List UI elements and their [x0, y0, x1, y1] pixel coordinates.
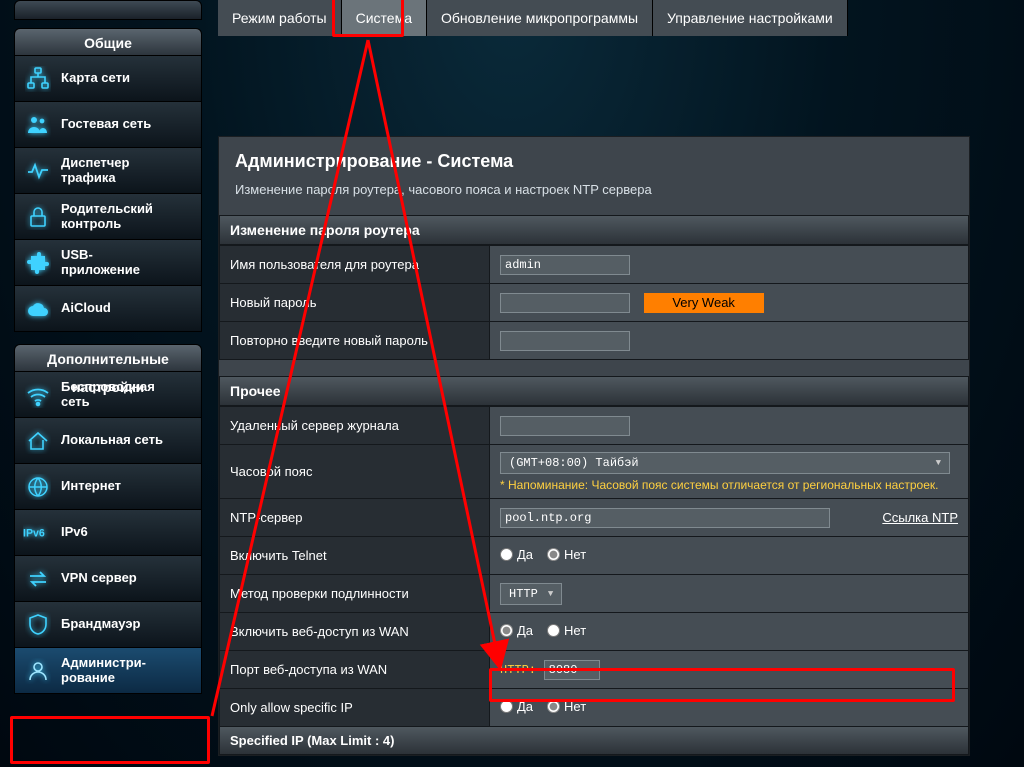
page-title: Администрирование - Система	[235, 151, 953, 172]
sidebar-item-label: Родительский контроль	[61, 202, 153, 231]
radio-wanweb-no[interactable]: Нет	[547, 623, 586, 638]
label-new-password: Новый пароль	[220, 284, 490, 322]
input-new-password[interactable]	[500, 293, 630, 313]
sidebar-item-label: VPN сервер	[61, 571, 137, 585]
section-change-password: Изменение пароля роутера	[219, 215, 969, 245]
sidebar-item-administration[interactable]: Администри- рование	[14, 648, 202, 694]
label-only-specific-ip: Only allow specific IP	[220, 689, 490, 727]
select-timezone[interactable]: (GMT+08:00) Тайбэй ▼	[500, 452, 950, 474]
chevron-down-icon: ▼	[936, 458, 941, 468]
sidebar-item-wireless[interactable]: Беспроводная сеть	[14, 372, 202, 418]
home-icon	[23, 426, 53, 456]
sidebar-item-label: USB- приложение	[61, 248, 140, 277]
label-enable-telnet: Включить Telnet	[220, 537, 490, 575]
password-strength-badge: Very Weak	[644, 293, 764, 313]
sidebar-item-label: Диспетчер трафика	[61, 156, 129, 185]
port-proto-label: HTTP:	[500, 663, 540, 677]
ipv6-icon: IPv6	[23, 518, 53, 548]
chevron-down-icon: ▼	[548, 589, 553, 599]
sidebar-item-label: Гостевая сеть	[61, 117, 151, 131]
sidebar-group-advanced: Дополнительные настройки	[14, 344, 202, 372]
lan-icon	[23, 64, 53, 94]
sidebar-item-firewall[interactable]: Брандмауэр	[14, 602, 202, 648]
cloud-icon	[23, 294, 53, 324]
input-retype-password[interactable]	[500, 331, 630, 351]
wifi-icon	[23, 380, 53, 410]
tab-system[interactable]: Система	[342, 0, 427, 36]
sidebar-group-general: Общие	[14, 28, 202, 56]
svg-text:IPv6: IPv6	[23, 527, 45, 539]
sidebar-item-lan[interactable]: Локальная сеть	[14, 418, 202, 464]
sidebar-item-traffic-manager[interactable]: Диспетчер трафика	[14, 148, 202, 194]
label-router-username: Имя пользователя для роутера	[220, 246, 490, 284]
sidebar-item-parental-control[interactable]: Родительский контроль	[14, 194, 202, 240]
tab-operation-mode[interactable]: Режим работы	[218, 0, 342, 36]
radio-wanweb-yes[interactable]: Да	[500, 623, 533, 638]
pulse-icon	[23, 156, 53, 186]
sidebar-banner	[14, 0, 202, 20]
callout-admin-item	[10, 716, 210, 764]
radio-specip-no[interactable]: Нет	[547, 699, 586, 714]
label-remote-log: Удаленный сервер журнала	[220, 407, 490, 445]
section-misc: Прочее	[219, 376, 969, 406]
label-enable-wan-web: Включить веб-доступ из WAN	[220, 613, 490, 651]
label-timezone: Часовой пояс	[220, 445, 490, 499]
users-icon	[23, 110, 53, 140]
sidebar-item-label: IPv6	[61, 525, 88, 539]
sidebar-item-network-map[interactable]: Карта сети	[14, 56, 202, 102]
tab-firmware[interactable]: Обновление микропрограммы	[427, 0, 653, 36]
sidebar-item-label: Брандмауэр	[61, 617, 140, 631]
sidebar-item-aicloud[interactable]: AiCloud	[14, 286, 202, 332]
select-timezone-value: (GMT+08:00) Тайбэй	[509, 456, 639, 470]
lock-icon	[23, 202, 53, 232]
sidebar-item-vpn[interactable]: VPN сервер	[14, 556, 202, 602]
sidebar-item-label: Беспроводная сеть	[61, 380, 155, 409]
radio-telnet-yes[interactable]: Да	[500, 547, 533, 562]
sidebar-item-label: Карта сети	[61, 71, 130, 85]
sidebar-item-wan[interactable]: Интернет	[14, 464, 202, 510]
page-subtitle: Изменение пароля роутера, часового пояса…	[235, 182, 953, 197]
label-retype-password: Повторно введите новый пароль	[220, 322, 490, 360]
input-ntp-server[interactable]	[500, 508, 830, 528]
input-wan-web-port[interactable]	[544, 660, 600, 680]
sidebar-item-usb-app[interactable]: USB- приложение	[14, 240, 202, 286]
shield-icon	[23, 610, 53, 640]
input-remote-log[interactable]	[500, 416, 630, 436]
label-auth-method: Метод проверки подлинности	[220, 575, 490, 613]
admin-tabs: Режим работы Система Обновление микропро…	[218, 0, 848, 36]
sidebar-item-label: Интернет	[61, 479, 121, 493]
sidebar-item-label: Локальная сеть	[61, 433, 163, 447]
select-auth-method[interactable]: HTTP ▼	[500, 583, 562, 605]
timezone-warning: * Напоминание: Часовой пояс системы отли…	[500, 478, 958, 492]
tab-settings-mgmt[interactable]: Управление настройками	[653, 0, 848, 36]
radio-specip-yes[interactable]: Да	[500, 699, 533, 714]
puzzle-icon	[23, 248, 53, 278]
swap-icon	[23, 564, 53, 594]
sidebar-item-ipv6[interactable]: IPv6 IPv6	[14, 510, 202, 556]
sidebar-item-label: AiCloud	[61, 301, 111, 315]
section-specified-ip: Specified IP (Max Limit : 4)	[219, 727, 969, 755]
label-ntp-server: NTP-сервер	[220, 499, 490, 537]
input-router-username[interactable]	[500, 255, 630, 275]
admin-user-icon	[23, 656, 53, 686]
radio-telnet-no[interactable]: Нет	[547, 547, 586, 562]
sidebar-item-label: Администри- рование	[61, 656, 146, 685]
globe-icon	[23, 472, 53, 502]
label-wan-web-port: Порт веб-доступа из WAN	[220, 651, 490, 689]
select-auth-value: HTTP	[509, 587, 538, 601]
link-ntp[interactable]: Ссылка NTP	[882, 510, 958, 525]
sidebar-item-guest-network[interactable]: Гостевая сеть	[14, 102, 202, 148]
